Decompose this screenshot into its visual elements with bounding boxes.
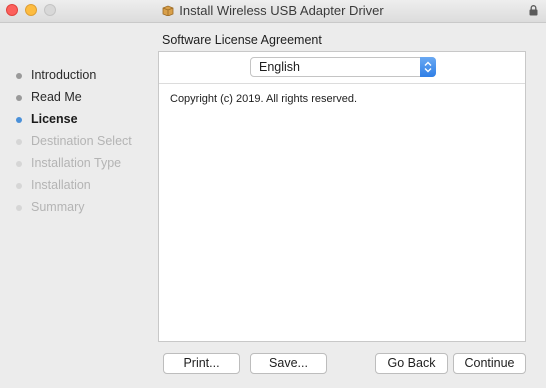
step-label: Destination Select	[31, 134, 132, 148]
step-label: License	[31, 112, 78, 126]
window-title-group: Install Wireless USB Adapter Driver	[0, 3, 546, 18]
go-back-button[interactable]: Go Back	[375, 353, 448, 374]
step-label: Summary	[31, 200, 85, 214]
installer-steps-sidebar: Introduction Read Me License Destination…	[0, 64, 150, 218]
select-arrows-icon[interactable]	[420, 57, 436, 77]
pane-title: Software License Agreement	[162, 33, 322, 47]
license-content-panel[interactable]: English Copyright (c) 2019. All rights r…	[158, 51, 526, 342]
step-dot	[16, 161, 22, 167]
license-text: Copyright (c) 2019. All rights reserved.	[170, 93, 358, 105]
step-installation: Installation	[0, 174, 150, 196]
step-dot	[16, 205, 22, 211]
installer-window: Install Wireless USB Adapter Driver Intr…	[0, 0, 546, 388]
updown-chevron-icon	[424, 61, 432, 73]
step-label: Read Me	[31, 90, 82, 104]
language-selected-value: English	[259, 60, 300, 74]
step-destination-select: Destination Select	[0, 130, 150, 152]
step-license: License	[0, 108, 150, 130]
step-installation-type: Installation Type	[0, 152, 150, 174]
step-dot	[16, 73, 22, 79]
step-dot	[16, 139, 22, 145]
continue-button[interactable]: Continue	[453, 353, 526, 374]
step-introduction: Introduction	[0, 64, 150, 86]
step-summary: Summary	[0, 196, 150, 218]
package-icon	[162, 5, 174, 16]
language-bar: English	[159, 52, 525, 84]
step-label: Installation	[31, 178, 91, 192]
step-label: Installation Type	[31, 156, 122, 170]
step-dot	[16, 95, 22, 101]
step-read-me: Read Me	[0, 86, 150, 108]
title-bar[interactable]: Install Wireless USB Adapter Driver	[0, 0, 546, 23]
window-title: Install Wireless USB Adapter Driver	[179, 3, 384, 18]
lock-icon	[529, 5, 538, 16]
step-label: Introduction	[31, 68, 97, 82]
save-button[interactable]: Save...	[250, 353, 327, 374]
step-dot	[16, 183, 22, 189]
language-select[interactable]: English	[250, 57, 436, 77]
print-button[interactable]: Print...	[163, 353, 240, 374]
step-dot-current	[16, 117, 22, 123]
